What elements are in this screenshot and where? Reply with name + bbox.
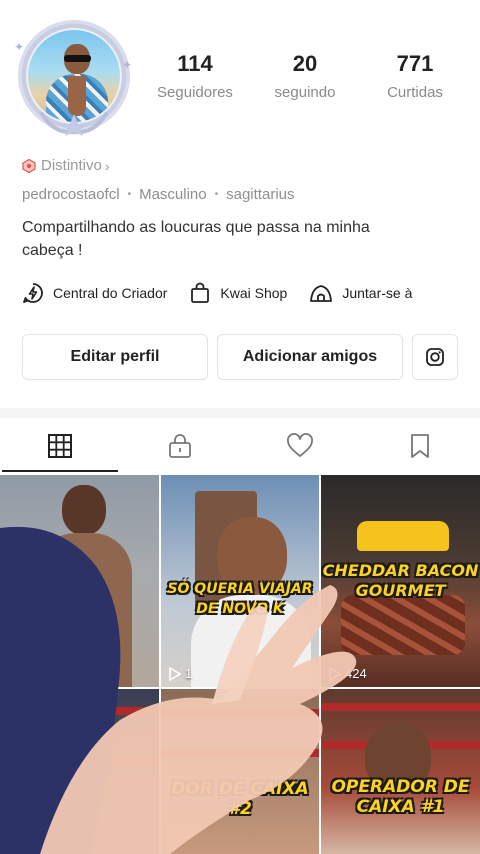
badge-hexagon-icon bbox=[22, 158, 36, 173]
play-count-value: 424 bbox=[345, 666, 367, 681]
play-count: 424 bbox=[329, 666, 367, 681]
avatar-photo bbox=[28, 30, 120, 122]
shopping-bag-icon bbox=[191, 282, 210, 303]
instagram-button[interactable] bbox=[412, 334, 458, 380]
burger-meat bbox=[341, 595, 465, 655]
instagram-icon bbox=[426, 348, 444, 366]
kwai-shop-link[interactable]: Kwai Shop bbox=[189, 282, 287, 304]
video-tile[interactable]: DOR DE CAIXA #2 bbox=[161, 689, 319, 854]
tab-private[interactable] bbox=[120, 418, 240, 474]
profile-actions: Editar perfil Adicionar amigos bbox=[22, 334, 458, 380]
chevron-right-icon: › bbox=[104, 157, 110, 174]
profile-bio: Compartilhando as loucuras que passa na … bbox=[22, 219, 370, 259]
creator-links: Central do Criador Kwai Shop Juntar-se à bbox=[22, 282, 480, 304]
stat-value: 114 bbox=[177, 51, 213, 76]
video-tile[interactable]: SÓ QUERIA VIAJAR DE NOVO K 1 bbox=[161, 475, 319, 687]
join-link[interactable]: Juntar-se à bbox=[309, 282, 412, 304]
link-label: Juntar-se à bbox=[342, 285, 413, 301]
stat-label: Seguidores bbox=[157, 84, 233, 101]
video-caption: DOR DE CAIXA #2 bbox=[171, 779, 309, 819]
burger-cheese bbox=[357, 521, 449, 551]
video-grid: cunhos SÓ QUERIA VIAJAR DE NOVO K 1 CHED… bbox=[0, 475, 480, 854]
grid-icon bbox=[48, 434, 72, 458]
video-tile[interactable] bbox=[0, 689, 159, 854]
sparkle-icon: ✦ bbox=[122, 58, 133, 72]
zodiac: sagittarius bbox=[226, 186, 295, 203]
add-friends-button[interactable]: Adicionar amigos bbox=[217, 334, 403, 380]
bookmark-icon bbox=[411, 434, 429, 458]
play-icon bbox=[169, 666, 181, 681]
stat-likes[interactable]: 771 Curtidas bbox=[360, 50, 470, 101]
lightning-circle-icon bbox=[23, 283, 43, 303]
stat-value: 771 bbox=[396, 51, 434, 76]
sparkle-icon: ✦ bbox=[14, 40, 25, 54]
video-caption: SÓ QUERIA VIAJAR DE NOVO K bbox=[167, 581, 313, 617]
username: pedrocostaofcl bbox=[22, 186, 120, 203]
badge-label: Distintivo bbox=[41, 157, 102, 174]
link-label: Central do Criador bbox=[53, 285, 168, 301]
stat-following[interactable]: 20 seguindo bbox=[250, 50, 360, 101]
video-tile[interactable]: OPERADOR DE CAIXA #1 bbox=[321, 689, 480, 854]
profile-meta: pedrocostaofcl • Masculino • sagittarius bbox=[22, 186, 295, 203]
laurel-badge-icon bbox=[40, 112, 108, 136]
section-divider bbox=[0, 408, 480, 418]
video-caption: OPERADOR DE CAIXA #1 bbox=[331, 777, 470, 817]
gender: Masculino bbox=[139, 186, 207, 203]
video-caption: CHEDDAR BACON GOURMET bbox=[322, 561, 479, 600]
stat-label: seguindo bbox=[274, 84, 336, 101]
drafts-overlay: cunhos bbox=[0, 475, 159, 687]
badge-link[interactable]: Distintivo › bbox=[22, 157, 110, 174]
edit-profile-button[interactable]: Editar perfil bbox=[22, 334, 208, 380]
heart-icon bbox=[287, 433, 313, 457]
profile-avatar[interactable]: ✦ ✦ bbox=[14, 18, 132, 138]
drafts-tile[interactable]: cunhos bbox=[0, 475, 159, 687]
tab-videos[interactable] bbox=[0, 418, 120, 474]
stat-label: Curtidas bbox=[387, 84, 443, 101]
video-tile[interactable]: CHEDDAR BACON GOURMET 424 bbox=[321, 475, 480, 687]
stat-value: 20 bbox=[292, 51, 318, 76]
tab-liked[interactable] bbox=[240, 418, 360, 474]
drafts-icon bbox=[66, 554, 93, 581]
content-tabs bbox=[0, 418, 480, 474]
creator-center-link[interactable]: Central do Criador bbox=[22, 282, 167, 304]
stat-followers[interactable]: 114 Seguidores bbox=[140, 50, 250, 101]
tab-saved[interactable] bbox=[360, 418, 480, 474]
play-icon bbox=[329, 666, 341, 681]
profile-stats: 114 Seguidores 20 seguindo 771 Curtidas bbox=[140, 50, 470, 101]
lock-icon bbox=[169, 434, 191, 458]
tent-icon bbox=[310, 285, 333, 302]
play-count-value: 1 bbox=[185, 666, 193, 681]
separator-dot: • bbox=[214, 189, 219, 200]
separator-dot: • bbox=[127, 189, 132, 200]
drafts-label: cunhos bbox=[55, 591, 104, 609]
play-count: 1 bbox=[169, 666, 192, 681]
link-label: Kwai Shop bbox=[220, 285, 288, 301]
